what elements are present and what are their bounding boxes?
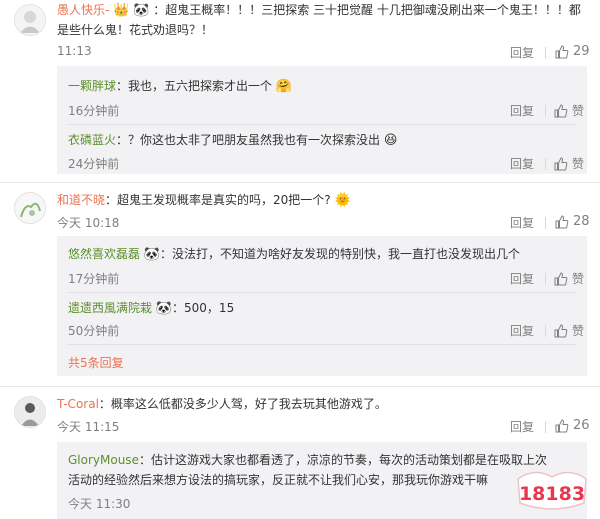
reply-item: 遗遗西風满院栽 🐼：500，15 xyxy=(68,298,578,318)
reply-time: 今天 11:30 xyxy=(68,497,131,511)
reply-username[interactable]: 衣磷蓝火 xyxy=(68,133,116,147)
comment-divider xyxy=(0,182,600,183)
panda-emoji-icon: 🐼 xyxy=(133,3,150,18)
reply-list: 悠然喜欢磊磊 🐼：没法打，不知道为啥好友发现的特别快，我一直打也没发现出几个 1… xyxy=(57,236,587,376)
reply-username[interactable]: 悠然喜欢磊磊 xyxy=(68,247,140,261)
avatar[interactable] xyxy=(14,4,46,36)
watermark-text: 18183 xyxy=(519,483,585,505)
thumbs-up-icon xyxy=(554,271,568,285)
reply-body: ：没法打，不知道为啥好友发现的特别快，我一直打也没发现出几个 xyxy=(160,247,521,261)
thumbs-up-icon xyxy=(554,103,568,117)
avatar[interactable] xyxy=(14,396,46,428)
comment-time: 今天 10:18 xyxy=(57,216,120,230)
crown-emoji-icon: 👑 xyxy=(113,3,130,18)
reply-list: GloryMouse：估计这游戏大家也都看透了，凉凉的节奏，每次的活动策划都是在… xyxy=(57,442,587,519)
avatar-image-icon xyxy=(15,397,45,427)
thumbs-up-icon xyxy=(554,156,568,170)
like-button[interactable]: 赞 xyxy=(554,322,584,339)
panda-emoji-icon: 🐼 xyxy=(155,301,173,316)
reply-button[interactable]: 回复 xyxy=(510,418,534,435)
reply-username[interactable]: 一颗胖球 xyxy=(68,79,116,93)
thumbs-up-icon xyxy=(555,214,569,228)
action-separator xyxy=(545,273,546,285)
comment-text: 和道不晓：超鬼王发现概率是真实的吗，20把一个? 🌞 xyxy=(57,190,585,210)
reply-item: 一颗胖球：我也，五六把探索才出一个 🤗 xyxy=(68,76,578,96)
more-replies-link[interactable]: 共5条回复 xyxy=(68,354,124,371)
comment-text: T-Coral：概率这么低都没多少人驾，好了我去玩其他游戏了。 xyxy=(57,394,585,414)
action-separator xyxy=(545,325,546,337)
comment-username[interactable]: 愚人快乐- xyxy=(57,3,109,17)
reply-username[interactable]: GloryMouse xyxy=(68,453,139,467)
action-separator xyxy=(545,217,546,229)
like-count: 29 xyxy=(573,44,590,59)
comment-time: 11:13 xyxy=(57,44,92,58)
comment-text: 愚人快乐- 👑 🐼 ：超鬼王概率！！！三把探索 三十把觉醒 十几把御魂没刷出来一… xyxy=(57,0,585,40)
watermark-logo: 18183 xyxy=(514,469,590,513)
reply-body: ：500，15 xyxy=(172,301,235,315)
logo-icon: 18183 xyxy=(517,471,587,510)
laughing-emoji-icon: 😆 xyxy=(383,133,398,148)
reply-time: 16分钟前 xyxy=(68,104,120,118)
like-button[interactable]: 赞 xyxy=(554,155,584,172)
comment-username[interactable]: T-Coral xyxy=(57,397,99,411)
thumbs-up-icon xyxy=(555,418,569,432)
reply-time: 17分钟前 xyxy=(68,272,120,286)
reply-username[interactable]: 遗遗西風满院栽 xyxy=(68,301,152,315)
sun-emoji-icon: 🌞 xyxy=(334,193,351,208)
comment-body: ：概率这么低都没多少人驾，好了我去玩其他游戏了。 xyxy=(98,397,387,411)
avatar[interactable] xyxy=(14,192,46,224)
action-separator xyxy=(545,105,546,117)
action-separator xyxy=(545,158,546,170)
reply-list: 一颗胖球：我也，五六把探索才出一个 🤗 16分钟前 回复 赞 衣磷蓝火：？你这也… xyxy=(57,66,587,174)
reply-button[interactable]: 回复 xyxy=(510,155,534,172)
reply-divider xyxy=(67,124,577,125)
like-button[interactable]: 赞 xyxy=(554,102,584,119)
reply-time: 24分钟前 xyxy=(68,157,120,171)
action-separator xyxy=(545,47,546,59)
thumbs-up-icon xyxy=(555,44,569,58)
reply-button[interactable]: 回复 xyxy=(510,322,534,339)
reply-item: 衣磷蓝火：？你这也太非了吧朋友虽然我也有一次探索没出 😆 xyxy=(68,130,578,150)
comment-time: 今天 11:15 xyxy=(57,420,120,434)
reply-body: ：估计这游戏大家也都看透了，凉凉的节奏，每次的活动策划都是在吸取上次活动的经验然… xyxy=(68,453,547,487)
avatar-image-icon xyxy=(15,193,45,223)
face-emoji-icon: 🤗 xyxy=(275,79,293,94)
like-button[interactable]: 29 xyxy=(555,44,590,59)
like-button[interactable]: 赞 xyxy=(554,270,584,287)
like-count: 26 xyxy=(573,418,590,433)
reply-button[interactable]: 回复 xyxy=(510,44,534,61)
reply-item: GloryMouse：估计这游戏大家也都看透了，凉凉的节奏，每次的活动策划都是在… xyxy=(68,450,558,490)
reply-button[interactable]: 回复 xyxy=(510,214,534,231)
action-separator xyxy=(545,421,546,433)
reply-body: ：我也，五六把探索才出一个 xyxy=(116,79,273,93)
thumbs-up-icon xyxy=(554,323,568,337)
reply-divider xyxy=(67,344,577,345)
like-button[interactable]: 28 xyxy=(555,214,590,229)
avatar-image-icon xyxy=(15,5,45,35)
comment-body: ：超鬼王发现概率是真实的吗，20把一个? xyxy=(105,193,331,207)
reply-body: ：？你这也太非了吧朋友虽然我也有一次探索没出 xyxy=(116,133,381,147)
like-button[interactable]: 26 xyxy=(555,418,590,433)
reply-button[interactable]: 回复 xyxy=(510,270,534,287)
comment-username[interactable]: 和道不晓 xyxy=(57,193,105,207)
reply-item: 悠然喜欢磊磊 🐼：没法打，不知道为啥好友发现的特别快，我一直打也没发现出几个 xyxy=(68,244,578,264)
like-count: 28 xyxy=(573,214,590,229)
reply-time: 50分钟前 xyxy=(68,324,120,338)
panda-emoji-icon: 🐼 xyxy=(143,247,161,262)
reply-divider xyxy=(67,292,577,293)
reply-button[interactable]: 回复 xyxy=(510,102,534,119)
comment-divider xyxy=(0,386,600,387)
